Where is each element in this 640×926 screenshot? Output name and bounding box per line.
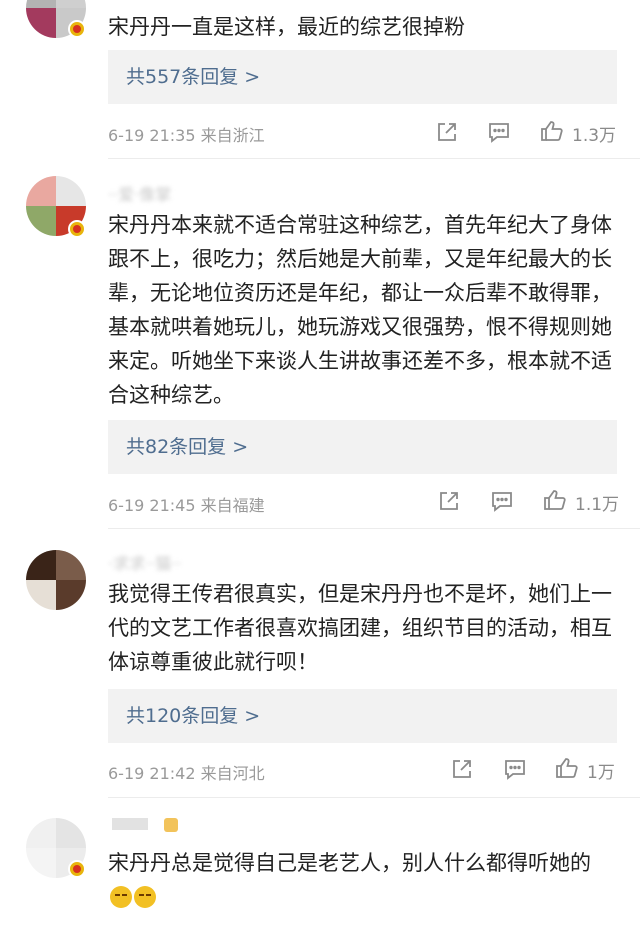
thumbs-up-icon[interactable] [540, 119, 564, 143]
avatar[interactable] [26, 550, 86, 610]
username[interactable]: ··爱·像掌 [108, 181, 171, 205]
level-badge-icon [164, 818, 178, 832]
comment-icon[interactable] [487, 120, 511, 144]
comment-text: 我觉得王传君很真实，但是宋丹丹也不是坏，她们上一代的文艺工作者很喜欢搞团建，组织… [108, 582, 612, 674]
comment-icon[interactable] [490, 489, 514, 513]
view-replies-link[interactable]: 共557条回复 > [108, 50, 617, 104]
divider [108, 158, 640, 159]
comment-meta: 6-19 21:45 来自福建 [108, 496, 265, 515]
like-count: 1万 [587, 763, 615, 783]
view-replies-link[interactable]: 共82条回复 > [108, 420, 617, 474]
share-icon[interactable] [437, 489, 461, 513]
comment-text-content: 宋丹丹总是觉得自己是老艺人，别人什么都得听她的 [108, 851, 591, 875]
thumbs-up-icon[interactable] [543, 488, 567, 512]
comment-meta: 6-19 21:35 来自浙江 [108, 126, 265, 145]
username-redacted [112, 818, 148, 830]
thumbs-up-icon[interactable] [555, 756, 579, 780]
crying-laughing-emoji-icon [134, 886, 156, 908]
divider [108, 797, 640, 798]
comment-meta: 6-19 21:42 来自河北 [108, 764, 265, 783]
verified-badge-icon [68, 220, 86, 238]
like-count: 1.3万 [572, 126, 617, 146]
comment-text: 宋丹丹本来就不适合常驻这种综艺，首先年纪大了身体跟不上，很吃力；然后她是大前辈，… [108, 213, 612, 407]
crying-laughing-emoji-icon [110, 886, 132, 908]
divider [108, 528, 640, 529]
verified-badge-icon [68, 20, 86, 38]
username[interactable]: ·求求··猫·· [108, 550, 181, 574]
comment-text: 宋丹丹一直是这样，最近的综艺很掉粉 [108, 15, 465, 39]
comment-icon[interactable] [503, 757, 527, 781]
verified-badge-icon [68, 860, 86, 878]
share-icon[interactable] [435, 120, 459, 144]
like-count: 1.1万 [575, 495, 620, 515]
view-replies-link[interactable]: 共120条回复 > [108, 689, 617, 743]
comment-text: 宋丹丹总是觉得自己是老艺人，别人什么都得听她的 [108, 846, 613, 914]
share-icon[interactable] [450, 757, 474, 781]
